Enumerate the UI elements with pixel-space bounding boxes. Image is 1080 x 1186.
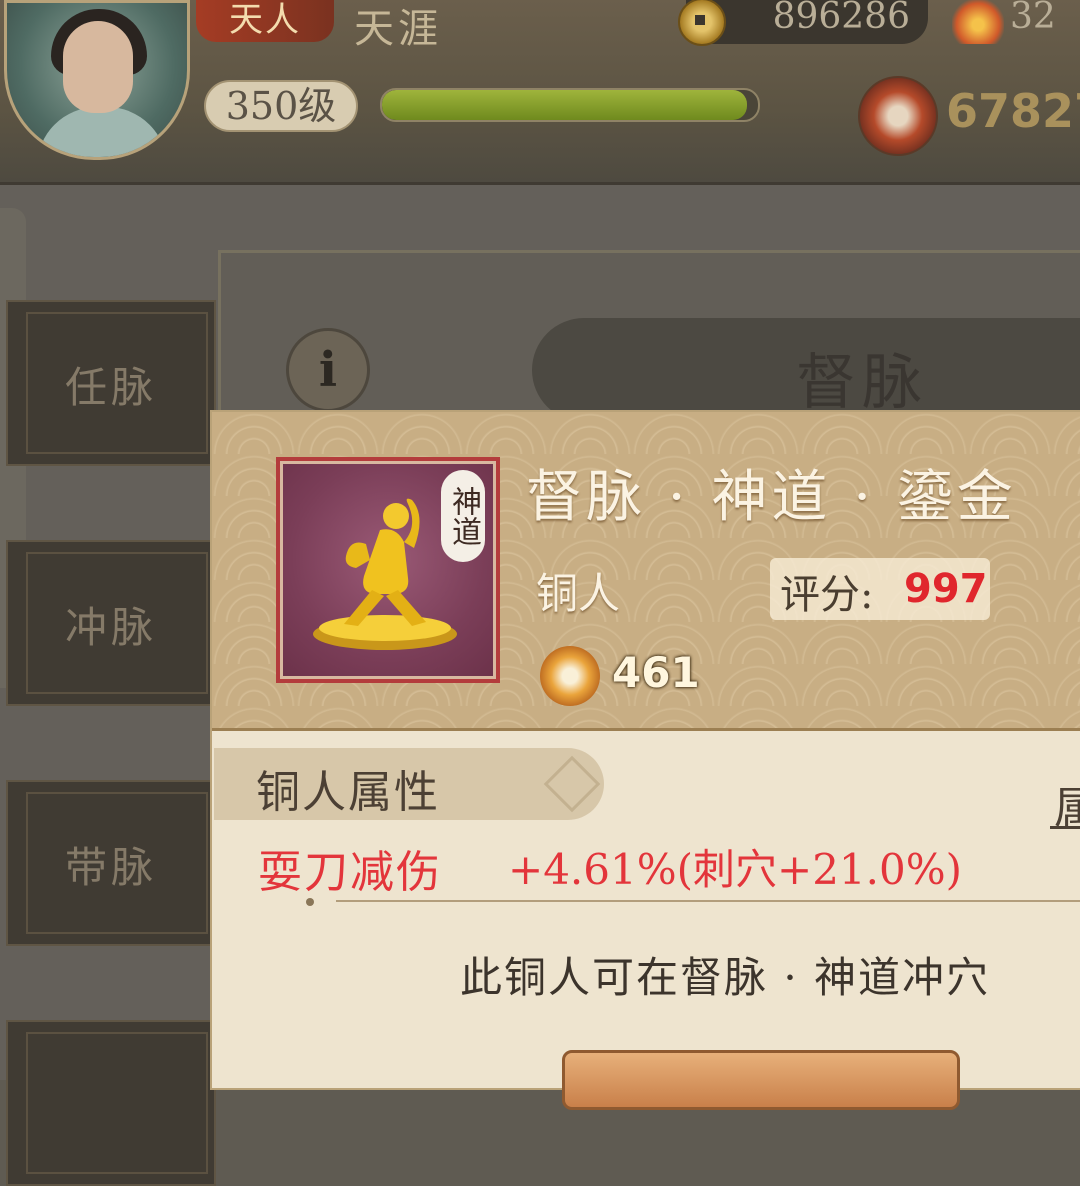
- score-label: 评分:: [780, 572, 874, 618]
- section-label: 铜人属性: [256, 767, 440, 818]
- attribute-value: +4.61%(刺穴+21.0%): [508, 845, 963, 894]
- sword-icon: [540, 646, 600, 706]
- avatar-face: [63, 21, 133, 113]
- sidebar-item-next[interactable]: [6, 1020, 216, 1186]
- sidebar-item-label: 冲脉: [64, 603, 157, 652]
- item-description: 此铜人可在督脉 · 神道冲穴: [460, 953, 991, 1002]
- combat-power-value: 67827: [946, 84, 1080, 138]
- divider-dot: [306, 898, 314, 906]
- info-button[interactable]: i: [286, 328, 370, 412]
- copper-coin-icon: [678, 0, 726, 46]
- avatar-robe: [37, 107, 167, 157]
- xp-bar: [380, 88, 760, 122]
- flame-icon: [952, 0, 1004, 44]
- sword-value: 461: [612, 648, 700, 697]
- coin-value: 896286: [772, 0, 910, 37]
- attribute-name: 耍刀减伤: [258, 847, 442, 898]
- right-underline: [1050, 826, 1080, 829]
- flame-value: 32: [1010, 0, 1056, 37]
- sidebar-item-renmai[interactable]: 任脉: [6, 300, 216, 466]
- xp-bar-fill: [382, 90, 747, 120]
- combat-power-icon: [858, 76, 938, 156]
- divider: [336, 900, 1080, 902]
- item-type: 铜人: [536, 569, 621, 618]
- level-pill: 350级: [204, 80, 358, 132]
- player-name: 天涯: [354, 6, 442, 52]
- sidebar-item-label: 任脉: [64, 363, 157, 412]
- item-name: 督脉 · 神道 · 鎏金: [526, 465, 1017, 530]
- action-button[interactable]: [562, 1050, 960, 1110]
- item-tag: 神道: [441, 470, 485, 562]
- score-value: 997: [904, 566, 988, 612]
- sidebar-item-daimai[interactable]: 带脉: [6, 780, 216, 946]
- rank-badge: 天人: [196, 0, 334, 42]
- panel-title: 督脉: [796, 348, 928, 418]
- sidebar-item-label: 带脉: [64, 843, 157, 892]
- sidebar-item-chongmai[interactable]: 冲脉: [6, 540, 216, 706]
